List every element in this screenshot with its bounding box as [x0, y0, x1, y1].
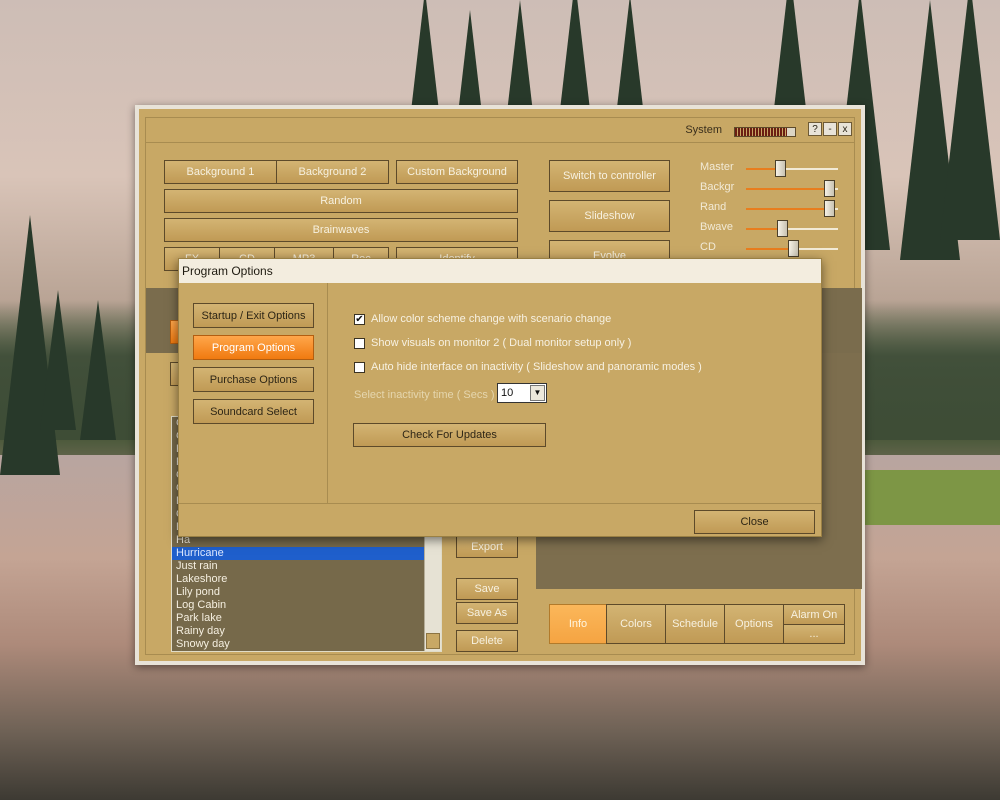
- option-label: Show visuals on monitor 2 ( Dual monitor…: [371, 337, 632, 349]
- list-item[interactable]: Rainy day: [172, 625, 441, 638]
- tab-info[interactable]: Info: [549, 604, 607, 644]
- list-item[interactable]: Hurricane: [172, 547, 441, 560]
- cd-slider[interactable]: [746, 240, 838, 257]
- checkbox[interactable]: [354, 361, 365, 373]
- help-button[interactable]: ?: [808, 122, 822, 136]
- pine-tree: [40, 290, 76, 430]
- grass-bank: [860, 470, 1000, 525]
- switch-to-controller-button[interactable]: Switch to controller: [549, 160, 670, 192]
- dialog-close-button[interactable]: Close: [694, 510, 815, 534]
- rand-slider[interactable]: [746, 200, 838, 217]
- slider-thumb[interactable]: [777, 220, 788, 237]
- system-label: System: [685, 124, 722, 136]
- inactivity-time-select[interactable]: 10 ▼: [497, 383, 547, 403]
- option-monitor-2[interactable]: Show visuals on monitor 2 ( Dual monitor…: [354, 337, 631, 349]
- pine-tree: [80, 300, 116, 440]
- export-button[interactable]: Export: [456, 536, 518, 558]
- slider-thumb[interactable]: [775, 160, 786, 177]
- slider-label-cd: CD: [700, 241, 716, 253]
- background-2-button[interactable]: Background 2: [276, 160, 389, 184]
- nav-program-options[interactable]: Program Options: [193, 335, 314, 360]
- close-button[interactable]: x: [838, 122, 852, 136]
- list-item[interactable]: Snowy day: [172, 638, 441, 651]
- slider-thumb[interactable]: [824, 180, 835, 197]
- pine-tree: [940, 0, 1000, 240]
- list-item[interactable]: Lily pond: [172, 586, 441, 599]
- nav-soundcard-select[interactable]: Soundcard Select: [193, 399, 314, 424]
- inactivity-time-value: 10: [501, 387, 514, 399]
- slider-label-rand: Rand: [700, 201, 727, 213]
- alarm-more-button[interactable]: ...: [783, 624, 845, 644]
- save-button[interactable]: Save: [456, 578, 518, 600]
- list-item[interactable]: Log Cabin: [172, 599, 441, 612]
- system-level-meter: [734, 127, 796, 137]
- brainwaves-button[interactable]: Brainwaves: [164, 218, 518, 242]
- option-auto-hide[interactable]: Auto hide interface on inactivity ( Slid…: [354, 361, 702, 373]
- slider-label-bwave: Bwave: [700, 221, 734, 233]
- inactivity-time-label: Select inactivity time ( Secs ): [354, 389, 495, 401]
- alarm-on-button[interactable]: Alarm On: [783, 604, 845, 625]
- dropdown-arrow-icon[interactable]: ▼: [530, 385, 545, 401]
- backgr-slider[interactable]: [746, 180, 838, 197]
- list-item[interactable]: Park lake: [172, 612, 441, 625]
- option-label: Auto hide interface on inactivity ( Slid…: [371, 361, 702, 373]
- slider-thumb[interactable]: [788, 240, 799, 257]
- slider-thumb[interactable]: [824, 200, 835, 217]
- delete-button[interactable]: Delete: [456, 630, 518, 652]
- checkbox[interactable]: [354, 337, 365, 349]
- tab-colors[interactable]: Colors: [606, 604, 666, 644]
- list-item[interactable]: Lakeshore: [172, 573, 441, 586]
- program-options-dialog: Program Options Startup / Exit Options P…: [178, 258, 822, 537]
- dialog-title: Program Options: [179, 259, 821, 283]
- option-label: Allow color scheme change with scenario …: [371, 313, 612, 325]
- list-item[interactable]: Just rain: [172, 560, 441, 573]
- scrollbar-thumb[interactable]: [426, 633, 440, 649]
- random-button[interactable]: Random: [164, 189, 518, 213]
- background-1-button[interactable]: Background 1: [164, 160, 277, 184]
- custom-background-button[interactable]: Custom Background: [396, 160, 518, 184]
- nav-startup-exit-options[interactable]: Startup / Exit Options: [193, 303, 314, 328]
- tab-options[interactable]: Options: [724, 604, 784, 644]
- check-for-updates-button[interactable]: Check For Updates: [353, 423, 546, 447]
- dialog-divider: [179, 503, 821, 504]
- option-color-scheme[interactable]: ✔ Allow color scheme change with scenari…: [354, 313, 611, 325]
- master-slider[interactable]: [746, 160, 838, 177]
- checkbox[interactable]: ✔: [354, 313, 365, 325]
- tab-schedule[interactable]: Schedule: [665, 604, 725, 644]
- save-as-button[interactable]: Save As: [456, 602, 518, 624]
- bwave-slider[interactable]: [746, 220, 838, 237]
- nav-purchase-options[interactable]: Purchase Options: [193, 367, 314, 392]
- dialog-nav: Startup / Exit Options Program Options P…: [179, 283, 328, 503]
- slider-label-backgr: Backgr: [700, 181, 735, 193]
- slideshow-button[interactable]: Slideshow: [549, 200, 670, 232]
- minimize-button[interactable]: -: [823, 122, 837, 136]
- slider-label-master: Master: [700, 161, 734, 173]
- title-bar: System ? - x: [146, 118, 854, 143]
